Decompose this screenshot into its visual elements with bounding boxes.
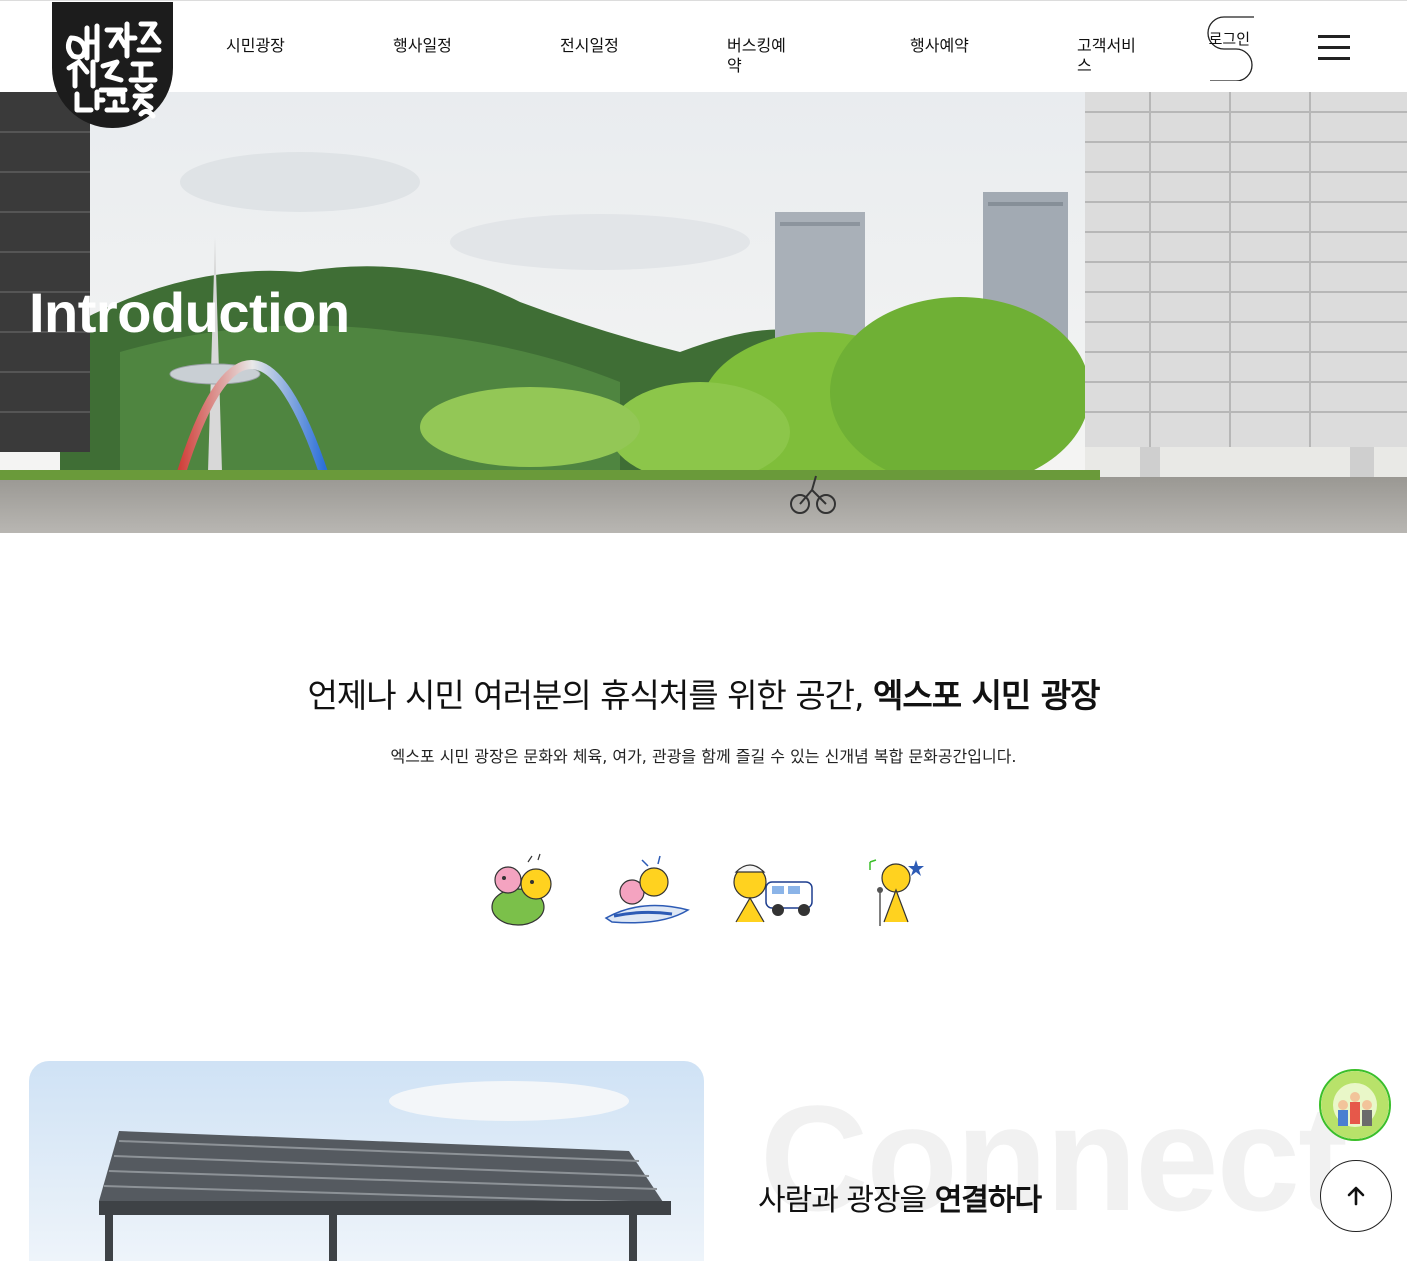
mascot-police-icon (733, 864, 813, 923)
site-logo[interactable] (52, 2, 173, 128)
nav-citizen-plaza[interactable]: 시민광장 (226, 36, 290, 56)
nav-busking-reservation[interactable]: 버스킹예약 (727, 36, 797, 76)
community-illustration-icon (1321, 1071, 1389, 1139)
intro-heading: 언제나 시민 여러분의 휴식처를 위한 공간, 엑스포 시민 광장 (0, 669, 1407, 717)
stage-photo (29, 1061, 704, 1261)
login-button[interactable]: 로그인 (1206, 15, 1256, 81)
mascot-row (480, 852, 940, 932)
hamburger-menu-icon[interactable] (1318, 35, 1350, 61)
nav-event-reservation[interactable]: 행사예약 (910, 36, 974, 56)
scroll-to-top-button[interactable] (1320, 1160, 1392, 1232)
hero-banner: Introduction (0, 92, 1407, 533)
nav-exhibition-schedule[interactable]: 전시일정 (560, 36, 624, 56)
login-label: 로그인 (1208, 30, 1250, 48)
mascot-couple-icon (491, 853, 552, 926)
nav-customer-service[interactable]: 고객서비스 (1077, 36, 1147, 76)
connect-watermark: Connect (760, 1074, 1348, 1242)
connect-title: 사람과 광장을 연결하다 (758, 1175, 1042, 1219)
arrow-up-icon (1347, 1186, 1365, 1206)
mascot-singer-icon (869, 859, 924, 926)
intro-heading-prefix: 언제나 시민 여러분의 휴식처를 위한 공간, (307, 676, 874, 715)
logo-calligraphy-icon (65, 21, 161, 119)
intro-heading-bold: 엑스포 시민 광장 (873, 676, 1100, 715)
intro-subtitle: 엑스포 시민 광장은 문화와 체육, 여가, 관광을 함께 즐길 수 있는 신개… (390, 747, 1017, 766)
event-shortcut-button[interactable] (1319, 1069, 1391, 1141)
connect-title-bold: 연결하다 (934, 1183, 1042, 1218)
stage-photo-card (29, 1061, 704, 1261)
site-header: 시민광장 행사일정 전시일정 버스킹예약 행사예약 고객서비스 로그인 (0, 0, 1407, 92)
connect-title-prefix: 사람과 광장을 (758, 1183, 935, 1218)
nav-event-schedule[interactable]: 행사일정 (393, 36, 457, 56)
mascot-airplane-icon (604, 855, 690, 924)
hero-title: Introduction (29, 281, 350, 344)
